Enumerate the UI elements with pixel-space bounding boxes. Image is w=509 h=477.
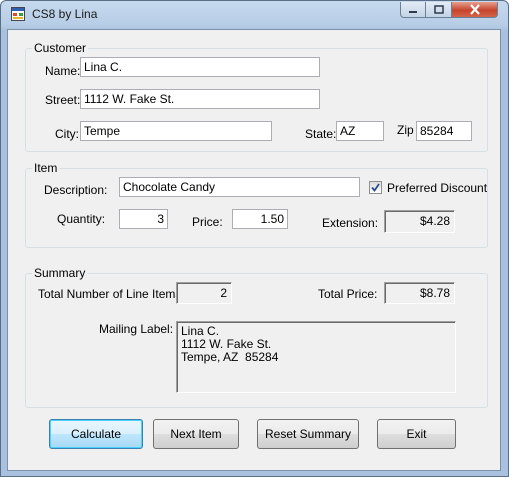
zip-label: Zip — [397, 123, 414, 137]
total-price-label: Total Price: — [318, 287, 378, 301]
street-label: Street: — [45, 93, 81, 107]
state-label: State: — [305, 127, 337, 141]
maximize-button[interactable] — [426, 2, 452, 18]
summary-group-title: Summary — [32, 266, 88, 280]
price-field[interactable]: 1.50 — [232, 209, 288, 229]
name-label: Name: — [45, 64, 81, 78]
calculate-button[interactable]: Calculate — [49, 419, 143, 449]
exit-button[interactable]: Exit — [377, 419, 456, 449]
item-group-title: Item — [32, 161, 60, 175]
description-label: Description: — [44, 183, 108, 197]
title-bar[interactable]: CS8 by Lina — [1, 1, 508, 27]
state-field[interactable]: AZ — [336, 121, 384, 141]
total-line-items-label: Total Number of Line Items: — [38, 287, 185, 301]
total-line-items-value: 2 — [176, 282, 232, 304]
next-item-button[interactable]: Next Item — [153, 419, 239, 449]
name-field[interactable]: Lina C. — [80, 57, 320, 77]
customer-group-title: Customer — [32, 41, 89, 55]
maximize-icon — [433, 5, 444, 14]
form-client-area: Customer Name: Lina C. Street: 1112 W. F… — [7, 29, 501, 471]
city-field[interactable]: Tempe — [80, 121, 272, 141]
mailing-label-value: Lina C. 1112 W. Fake St. Tempe, AZ 85284 — [176, 321, 456, 393]
app-window-icon — [11, 7, 25, 21]
close-icon — [469, 4, 480, 15]
quantity-field[interactable]: 3 — [119, 209, 168, 229]
total-price-value: $8.78 — [384, 282, 455, 304]
checkmark-icon — [371, 183, 380, 192]
app-window: CS8 by Lina Customer Name: Lina C. Stree… — [0, 0, 509, 477]
close-button[interactable] — [452, 2, 498, 18]
minimize-icon — [409, 10, 417, 13]
preferred-discount-label[interactable]: Preferred Discount — [387, 181, 487, 195]
quantity-label: Quantity: — [57, 212, 106, 226]
extension-value: $4.28 — [384, 210, 455, 233]
price-label: Price: — [192, 215, 223, 229]
zip-field[interactable]: 85284 — [416, 121, 472, 141]
street-field[interactable]: 1112 W. Fake St. — [80, 89, 320, 109]
preferred-discount-checkbox[interactable] — [369, 181, 382, 194]
city-label: City: — [55, 127, 79, 141]
extension-label: Extension: — [322, 216, 379, 230]
description-field[interactable]: Chocolate Candy — [119, 177, 360, 197]
window-title: CS8 by Lina — [32, 7, 98, 21]
reset-summary-button[interactable]: Reset Summary — [257, 419, 359, 449]
mailing-label-caption: Mailing Label: — [99, 322, 174, 336]
minimize-button[interactable] — [400, 2, 426, 18]
